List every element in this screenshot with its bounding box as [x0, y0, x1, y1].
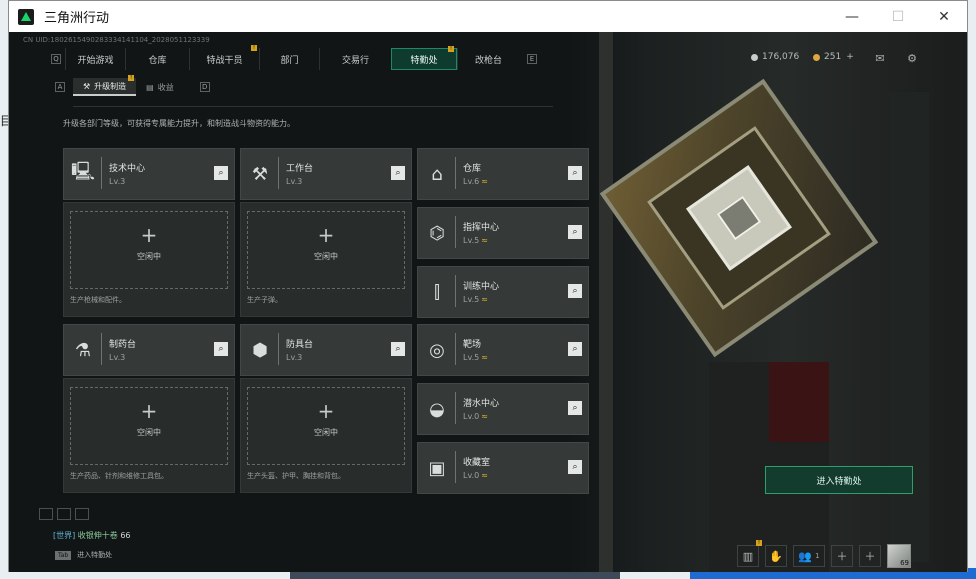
add-premium-button[interactable]: +	[846, 52, 854, 62]
production-slot-pharmacy[interactable]: + 空闲中 生产药品、针剂和维修工具包。	[63, 378, 235, 493]
upgrade-available-icon: ≈	[481, 177, 488, 186]
search-icon[interactable]: ⌕	[568, 342, 582, 356]
background-red-panel	[769, 362, 829, 442]
game-viewport: CN UID:1802615490283334141104_2028051123…	[9, 32, 967, 572]
target-icon: ◎	[429, 339, 445, 361]
search-icon[interactable]: ⌕	[568, 225, 582, 239]
window-controls: — ☐ ✕	[829, 1, 967, 32]
add-icon: +	[140, 399, 158, 423]
hands-icon[interactable]: ✋	[765, 545, 787, 567]
search-icon[interactable]: ⌕	[568, 166, 582, 180]
tab-start-game[interactable]: 开始游戏	[65, 48, 125, 70]
armor-icon: ⬢	[252, 339, 268, 361]
production-slot-tech-center[interactable]: + 空闲中 生产枪械和配件。	[63, 202, 235, 317]
key-hint-e: E	[527, 54, 537, 64]
facility-card-collection-room[interactable]: ▣ 收藏室 Lv.0 ≈ ⌕	[417, 442, 589, 494]
uid-label: CN UID:1802615490283334141104_2028051123…	[23, 36, 210, 44]
nav-tabs: 开始游戏 仓库 特战干员! 部门 交易行 特勤处! 改枪台	[65, 45, 519, 70]
tab-department[interactable]: 部门	[259, 48, 319, 70]
add-icon: +	[140, 223, 158, 247]
premium-balance[interactable]: 251 +	[813, 52, 854, 62]
add-friend-button[interactable]: ＋	[831, 545, 853, 567]
sub-navigation: A ⚒ 升级制造 ! ▤ 收益 D	[55, 75, 210, 96]
search-icon[interactable]: ⌕	[568, 460, 582, 474]
vault-icon: ▣	[428, 457, 446, 479]
search-icon[interactable]: ⌕	[391, 166, 405, 180]
chat-tab-icons[interactable]	[39, 508, 93, 520]
tab-key-hint: Tab 进入特勤处	[55, 550, 112, 560]
notification-badge: !	[251, 45, 257, 51]
tab-warehouse[interactable]: 仓库	[125, 48, 189, 70]
invite-button[interactable]: ＋	[859, 545, 881, 567]
upgrade-available-icon: ≈	[481, 236, 488, 245]
title-bar: 三角洲行动 — ☐ ✕	[9, 1, 967, 32]
search-icon[interactable]: ⌕	[391, 342, 405, 356]
search-icon[interactable]: ⌕	[568, 284, 582, 298]
coin-balance: 176,076	[751, 52, 799, 62]
add-icon: +	[317, 399, 335, 423]
stats-icon[interactable]: ▥!	[737, 540, 762, 567]
mail-icon[interactable]: ✉	[871, 50, 889, 66]
key-hint-q: Q	[51, 54, 61, 64]
facility-card-tech-center[interactable]: 🖳 技术中心 Lv.3 ⌕	[63, 148, 235, 200]
minimize-button[interactable]: —	[829, 1, 875, 32]
tab-market[interactable]: 交易行	[319, 48, 391, 70]
subtab-income[interactable]: ▤ 收益	[136, 78, 184, 96]
dumbbell-icon: ⫿	[434, 281, 440, 303]
facility-card-armor-bench[interactable]: ⬢ 防具台 Lv.3 ⌕	[240, 324, 412, 376]
window-title: 三角洲行动	[44, 11, 110, 26]
bottom-toolbar: ▥! ✋ 👥 1 ＋ ＋ 69	[731, 540, 911, 568]
cube-artwork	[599, 78, 879, 358]
warehouse-icon: ⌂	[431, 163, 443, 185]
diving-mask-icon: ◒	[429, 398, 445, 420]
upgrade-available-icon: ≈	[481, 471, 488, 480]
upgrade-available-icon: ≈	[481, 295, 488, 304]
divider	[73, 106, 553, 107]
add-icon: +	[317, 223, 335, 247]
production-slot-workbench[interactable]: + 空闲中 生产子弹。	[240, 202, 412, 317]
top-navigation: Q 开始游戏 仓库 特战干员! 部门 交易行 特勤处! 改枪台 E	[51, 45, 537, 70]
facility-card-shooting-range[interactable]: ◎ 靶场 Lv.5 ≈ ⌕	[417, 324, 589, 376]
friends-button[interactable]: 👥 1	[793, 545, 825, 567]
avatar[interactable]: 69	[887, 544, 911, 568]
notification-badge: !	[128, 75, 135, 81]
tab-special-ops[interactable]: 特勤处!	[391, 46, 457, 70]
computer-icon: 🖳	[70, 161, 95, 182]
close-button[interactable]: ✕	[921, 1, 967, 32]
gear-icon[interactable]: ⚙	[903, 50, 921, 66]
facility-card-pharmacy[interactable]: ⚗ 制药台 Lv.3 ⌕	[63, 324, 235, 376]
facility-card-workbench[interactable]: ⚒ 工作台 Lv.3 ⌕	[240, 148, 412, 200]
coin-icon	[751, 53, 758, 61]
key-hint-a: A	[55, 82, 65, 92]
facility-card-command-center[interactable]: ⌬ 指挥中心 Lv.5 ≈ ⌕	[417, 207, 589, 259]
search-icon[interactable]: ⌕	[568, 401, 582, 415]
chip-icon: ⌬	[429, 222, 445, 244]
facility-card-training-center[interactable]: ⫿ 训练中心 Lv.5 ≈ ⌕	[417, 266, 589, 318]
notification-badge: !	[756, 540, 762, 546]
key-hint-d: D	[199, 82, 210, 92]
pharmacy-icon: ⚗	[74, 339, 92, 361]
search-icon[interactable]: ⌕	[214, 166, 228, 180]
premium-coin-icon	[813, 53, 820, 61]
background-pillar	[599, 32, 613, 572]
upgrade-available-icon: ≈	[481, 412, 488, 421]
tab-operators[interactable]: 特战干员!	[189, 45, 259, 70]
subtab-upgrade-craft[interactable]: ⚒ 升级制造 !	[73, 75, 137, 96]
income-icon: ▤	[146, 82, 154, 92]
production-slot-armor-bench[interactable]: + 空闲中 生产头盔、护甲、胸挂和背包。	[240, 378, 412, 493]
tools-icon: ⚒	[251, 163, 269, 185]
craft-icon: ⚒	[83, 81, 91, 91]
chat-line[interactable]: [世界] 收银伸十卷 66	[53, 530, 131, 541]
maximize-button[interactable]: ☐	[875, 1, 921, 32]
notification-badge: !	[448, 46, 454, 52]
app-logo-icon	[18, 8, 34, 25]
page-description: 升级各部门等级，可获得专属能力提升，和制造战斗物资的能力。	[63, 119, 295, 128]
enter-special-ops-button[interactable]: 进入特勤处	[765, 466, 913, 494]
facility-card-diving-center[interactable]: ◒ 潜水中心 Lv.0 ≈ ⌕	[417, 383, 589, 435]
search-icon[interactable]: ⌕	[214, 342, 228, 356]
upgrade-available-icon: ≈	[481, 353, 488, 362]
app-window: 三角洲行动 — ☐ ✕ CN UID:180261549028333414110…	[8, 0, 968, 572]
tab-gunsmith[interactable]: 改枪台	[457, 48, 519, 70]
facility-card-warehouse[interactable]: ⌂ 仓库 Lv.6 ≈ ⌕	[417, 148, 589, 200]
